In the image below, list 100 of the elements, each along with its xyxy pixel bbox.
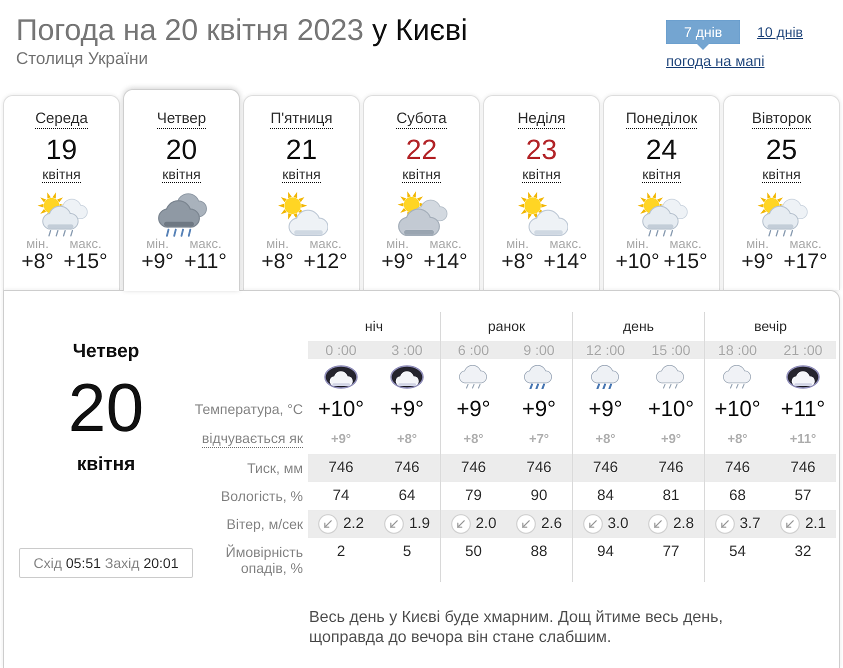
max-label: макс. xyxy=(309,237,342,251)
month-link[interactable]: квітня xyxy=(642,166,681,183)
day-tab[interactable]: Неділя 23 квітня мін. +8° макс. +14° xyxy=(483,95,600,290)
day-tab[interactable]: Середа 19 квітня мін. +8° макс. +15° xyxy=(3,95,120,290)
temperature-value: +9° xyxy=(389,395,425,423)
sunrise-label: Схід xyxy=(33,554,62,573)
map-link[interactable]: погода на мапі xyxy=(666,54,764,70)
month-link[interactable]: квітня xyxy=(522,166,561,183)
max-temperature: +11° xyxy=(184,251,227,273)
max-temperature: +15° xyxy=(663,251,708,273)
date-number: 20 xyxy=(166,134,198,166)
time-label: 9 :00 xyxy=(522,341,556,359)
weekday-link[interactable]: Середа xyxy=(35,110,88,129)
wind-speed: 2.1 xyxy=(805,514,826,534)
wind-speed: 2.2 xyxy=(343,514,364,534)
max-temperature: +17° xyxy=(783,251,828,273)
wind-speed: 2.0 xyxy=(476,514,496,534)
weekday-link[interactable]: Неділя xyxy=(518,110,566,129)
table-cell: 746 xyxy=(704,454,770,482)
subtitle: Столиця України xyxy=(16,49,150,69)
night-cloud-icon xyxy=(324,365,358,389)
month-link[interactable]: квітня xyxy=(762,166,801,183)
temperature-value: +9° xyxy=(521,395,557,423)
day-tab[interactable]: Понеділок 24 квітня мін. +10° макс. +15° xyxy=(603,95,720,290)
feels-like-value: +7° xyxy=(528,430,550,448)
city-name: у Києві xyxy=(372,14,468,47)
table-cell: 746 xyxy=(572,454,638,482)
min-label: мін. xyxy=(506,237,529,251)
table-cell-text: 77 xyxy=(662,542,680,562)
range-link[interactable]: 10 днів xyxy=(757,20,803,44)
temperature-value: +10° xyxy=(316,395,366,423)
feels-like-value: +9° xyxy=(330,430,352,448)
sun-cloud-rain-icon xyxy=(36,191,88,237)
min-temperature: +9° xyxy=(381,251,414,273)
period-label: день xyxy=(623,317,654,336)
detail-month: квітня xyxy=(76,454,136,476)
row-label: Вітер, м/сек xyxy=(226,516,303,532)
min-label: мін. xyxy=(26,237,49,251)
weekday-link[interactable]: Четвер xyxy=(156,110,206,129)
min-temperature: +8° xyxy=(501,251,534,273)
table-cell-text: 746 xyxy=(657,458,685,478)
month-link[interactable]: квітня xyxy=(42,166,81,183)
max-label: макс. xyxy=(789,237,822,251)
table-cell-text: 746 xyxy=(525,458,553,478)
sun-cloud-icon xyxy=(276,191,328,237)
date-number: 22 xyxy=(406,134,438,166)
table-cell-text: 746 xyxy=(393,458,421,478)
date-number: 21 xyxy=(286,134,318,166)
min-label: мін. xyxy=(746,237,769,251)
table-cell-text: 64 xyxy=(398,486,416,506)
max-temperature: +15° xyxy=(63,251,108,273)
max-label: макс. xyxy=(189,237,222,251)
sunset-label: Захід xyxy=(104,554,140,573)
row-label: Температура, °C xyxy=(194,400,303,419)
day-tab[interactable]: Субота 22 квітня мін. +9° макс. +14° xyxy=(363,95,480,290)
weekday-link[interactable]: Вівторок xyxy=(752,110,812,129)
min-label: мін. xyxy=(386,237,409,251)
date-number: 19 xyxy=(46,134,78,166)
day-tab[interactable]: П'ятниця 21 квітня мін. +8° макс. +12° xyxy=(243,95,360,290)
wind-speed: 3.7 xyxy=(740,514,760,534)
table-cell-text: 57 xyxy=(794,486,812,506)
min-label: мін. xyxy=(266,237,289,251)
table-cell-text: 90 xyxy=(530,486,548,506)
page-title: Погода на 20 квітня 2023 xyxy=(16,14,364,47)
date-number: 23 xyxy=(526,134,558,166)
weekday-link[interactable]: Субота xyxy=(396,110,447,129)
max-label: макс. xyxy=(549,237,582,251)
table-cell-text: 88 xyxy=(530,542,548,562)
month-link[interactable]: квітня xyxy=(162,166,201,183)
time-label: 6 :00 xyxy=(440,341,506,359)
sun-cloud-rain-icon xyxy=(636,191,688,237)
day-tab[interactable]: Четвер 20 квітня мін. +9° макс. +11° xyxy=(123,89,240,291)
time-label: 21 :00 xyxy=(782,341,824,359)
min-temperature: +8° xyxy=(21,251,54,273)
row-label: Тиск, мм xyxy=(247,460,303,476)
temperature-value: +10° xyxy=(704,395,770,423)
wind-speed: 2.6 xyxy=(541,514,562,534)
day-tab[interactable]: Вівторок 25 квітня мін. +9° макс. +17° xyxy=(723,95,840,290)
weekday-link[interactable]: П'ятниця xyxy=(270,110,332,129)
detail-weekday: Четвер xyxy=(72,342,140,362)
date-number: 24 xyxy=(646,134,678,166)
min-temperature: +10° xyxy=(615,251,660,273)
night-cloud-icon xyxy=(390,365,424,389)
min-label: мін. xyxy=(626,237,649,251)
month-link[interactable]: квітня xyxy=(282,166,321,183)
table-cell-text: 32 xyxy=(794,542,812,562)
temperature-value: +11° xyxy=(780,395,826,423)
date-number: 25 xyxy=(766,134,798,166)
row-label: Ймовірність опадів, % xyxy=(226,544,303,576)
month-link[interactable]: квітня xyxy=(402,166,441,183)
table-cell-text: 5 xyxy=(402,542,412,562)
temperature-value: +9° xyxy=(572,395,638,423)
weekday-link[interactable]: Понеділок xyxy=(626,110,698,129)
period-label: вечір xyxy=(754,317,787,336)
min-label: мін. xyxy=(146,237,169,251)
min-temperature: +8° xyxy=(261,251,294,273)
table-cell: 50 xyxy=(440,538,506,582)
sunset-time: 20:01 xyxy=(143,554,178,572)
feels-like-value: +9° xyxy=(660,430,682,448)
wind-speed: 1.9 xyxy=(409,514,430,534)
